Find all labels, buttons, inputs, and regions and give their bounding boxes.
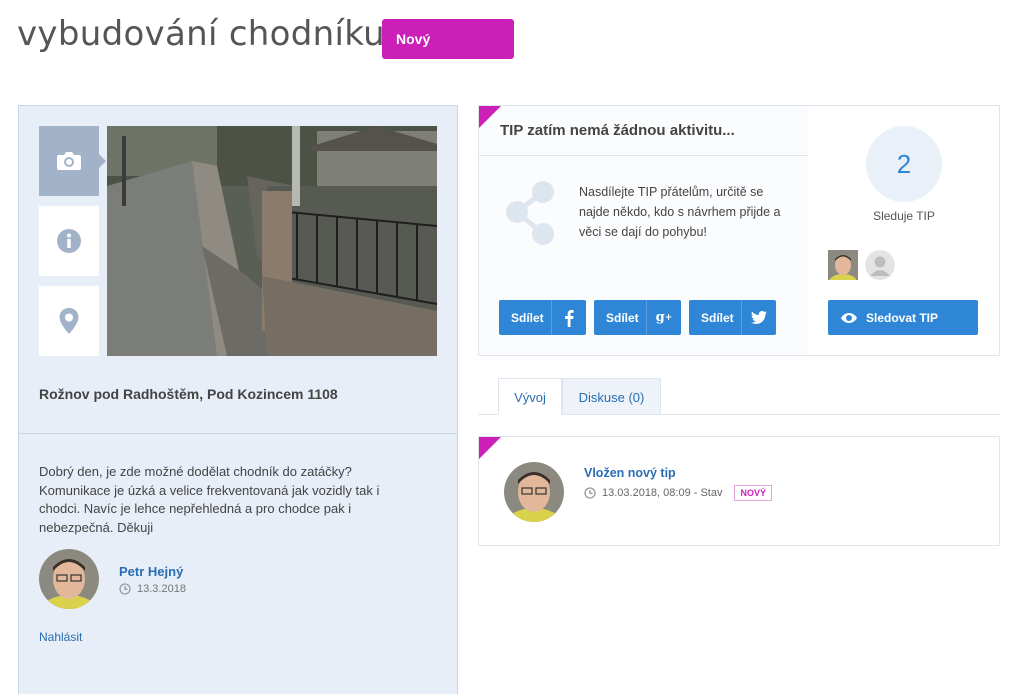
author-date-text: 13.3.2018 [137, 583, 186, 595]
activity-card: TIP zatím nemá žádnou aktivitu... Nasdíl… [478, 105, 809, 356]
thumbnail-location[interactable] [39, 286, 99, 356]
event-status-badge: NOVÝ [734, 485, 772, 501]
divider [19, 433, 457, 434]
author-avatar[interactable] [39, 549, 99, 609]
share-button-label: Sdílet [701, 310, 734, 325]
follower-avatar[interactable] [828, 250, 858, 280]
user-icon [865, 250, 895, 280]
timeline-event: Vložen nový tip 13.03.2018, 08:09 - Stav… [478, 436, 1000, 546]
event-title-link[interactable]: Vložen nový tip [584, 466, 676, 480]
clock-icon [584, 487, 596, 499]
share-prompt-text: Nasdílejte TIP přátelům, určitě se najde… [579, 185, 781, 239]
event-author-avatar[interactable] [504, 462, 564, 522]
location-pin-icon [59, 308, 79, 334]
info-icon [57, 229, 81, 253]
status-badge: Nový [382, 19, 514, 59]
tip-address: Rožnov pod Radhoštěm, Pod Kozincem 1108 [39, 386, 338, 402]
report-link[interactable]: Nahlásit [39, 630, 82, 644]
tab-diskuse[interactable]: Diskuse (0) [562, 378, 661, 415]
corner-accent [479, 106, 501, 128]
share-twitter-button[interactable]: Sdílet [689, 300, 776, 335]
follow-card: 2 Sleduje TIP Sledovat TIP [808, 105, 1000, 356]
author-date: 13.3.2018 [119, 583, 186, 595]
event-meta-text: 13.03.2018, 08:09 - Stav [602, 487, 723, 499]
twitter-icon [751, 311, 767, 324]
followers-label: Sleduje TIP [873, 209, 935, 223]
corner-accent [479, 437, 501, 459]
event-meta: 13.03.2018, 08:09 - Stav NOVÝ [584, 485, 772, 501]
share-button-label: Sdílet [606, 310, 639, 325]
tip-detail-panel: Rožnov pod Radhoštěm, Pod Kozincem 1108 … [18, 105, 458, 694]
followers-count: 2 [866, 126, 942, 202]
activity-title: TIP zatím nemá žádnou aktivitu... [500, 122, 735, 139]
follow-tip-button[interactable]: Sledovat TIP [828, 300, 978, 335]
divider [479, 155, 808, 156]
tip-description: Dobrý den, je zde možné dodělat chodník … [39, 464, 380, 535]
share-facebook-button[interactable]: Sdílet [499, 300, 586, 335]
thumbnail-info[interactable] [39, 206, 99, 276]
share-google-plus-button[interactable]: Sdílet g + [594, 300, 681, 335]
thumbnail-photo[interactable] [39, 126, 106, 196]
google-plus-icon: g + [655, 310, 673, 325]
share-icon [506, 181, 554, 245]
page-title: vybudování chodníku [17, 14, 386, 54]
eye-icon [841, 312, 857, 323]
author-name-link[interactable]: Petr Hejný [119, 564, 183, 579]
clock-icon [119, 583, 131, 595]
follow-button-label: Sledovat TIP [866, 310, 939, 325]
camera-icon [57, 152, 81, 170]
follower-avatar-placeholder[interactable] [865, 250, 895, 280]
tab-vyvoj[interactable]: Vývoj [498, 378, 562, 415]
facebook-icon [565, 309, 574, 327]
share-button-label: Sdílet [511, 310, 544, 325]
tip-photo[interactable] [107, 126, 437, 356]
